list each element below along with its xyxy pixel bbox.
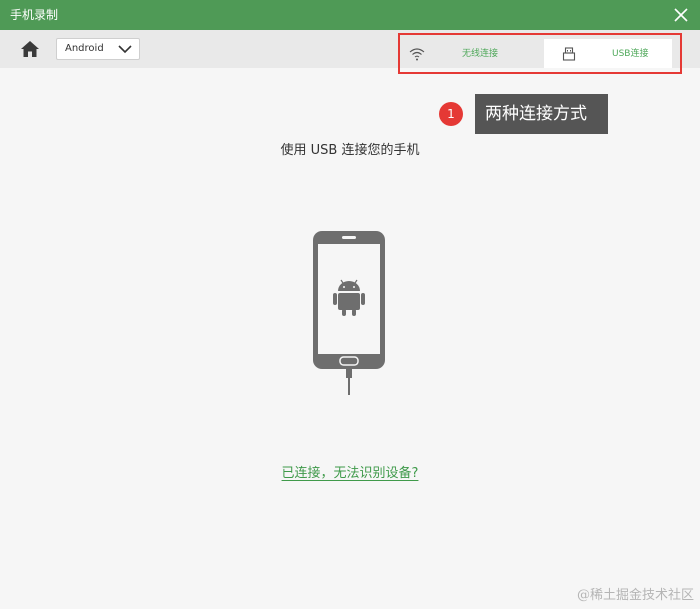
usb-icon xyxy=(562,47,576,61)
connection-tabs-highlight: 无线连接 USB连接 xyxy=(398,33,682,74)
wifi-icon xyxy=(409,48,425,61)
phone-speaker xyxy=(342,236,356,239)
watermark: @稀土掘金技术社区 xyxy=(576,588,694,603)
usb-cable xyxy=(346,369,352,395)
platform-select-value: Android xyxy=(65,43,104,54)
tab-usb-label: USB连接 xyxy=(612,49,649,59)
close-icon[interactable] xyxy=(672,6,690,24)
tab-wireless-label: 无线连接 xyxy=(462,49,499,59)
android-phone-usb-illustration xyxy=(313,231,385,395)
chevron-down-icon xyxy=(118,45,132,54)
usb-instruction-text: 使用 USB 连接您的手机 xyxy=(280,143,420,158)
annotation-callout: 两种连接方式 xyxy=(475,94,608,134)
annotation-number-badge: 1 xyxy=(439,102,463,126)
tab-usb[interactable]: USB连接 xyxy=(544,39,672,68)
tab-wireless[interactable]: 无线连接 xyxy=(404,39,542,68)
home-icon[interactable] xyxy=(19,39,41,59)
device-not-recognized-link-text[interactable]: 已连接，无法识别设备? xyxy=(282,466,419,481)
platform-select[interactable]: Android xyxy=(56,38,140,60)
title-bar: 手机录制 xyxy=(0,0,700,30)
window-title: 手机录制 xyxy=(10,8,59,22)
device-not-recognized-link[interactable]: 已连接，无法识别设备? xyxy=(0,465,700,483)
toolbar: Android 无线连接 USB连接 xyxy=(0,30,700,74)
